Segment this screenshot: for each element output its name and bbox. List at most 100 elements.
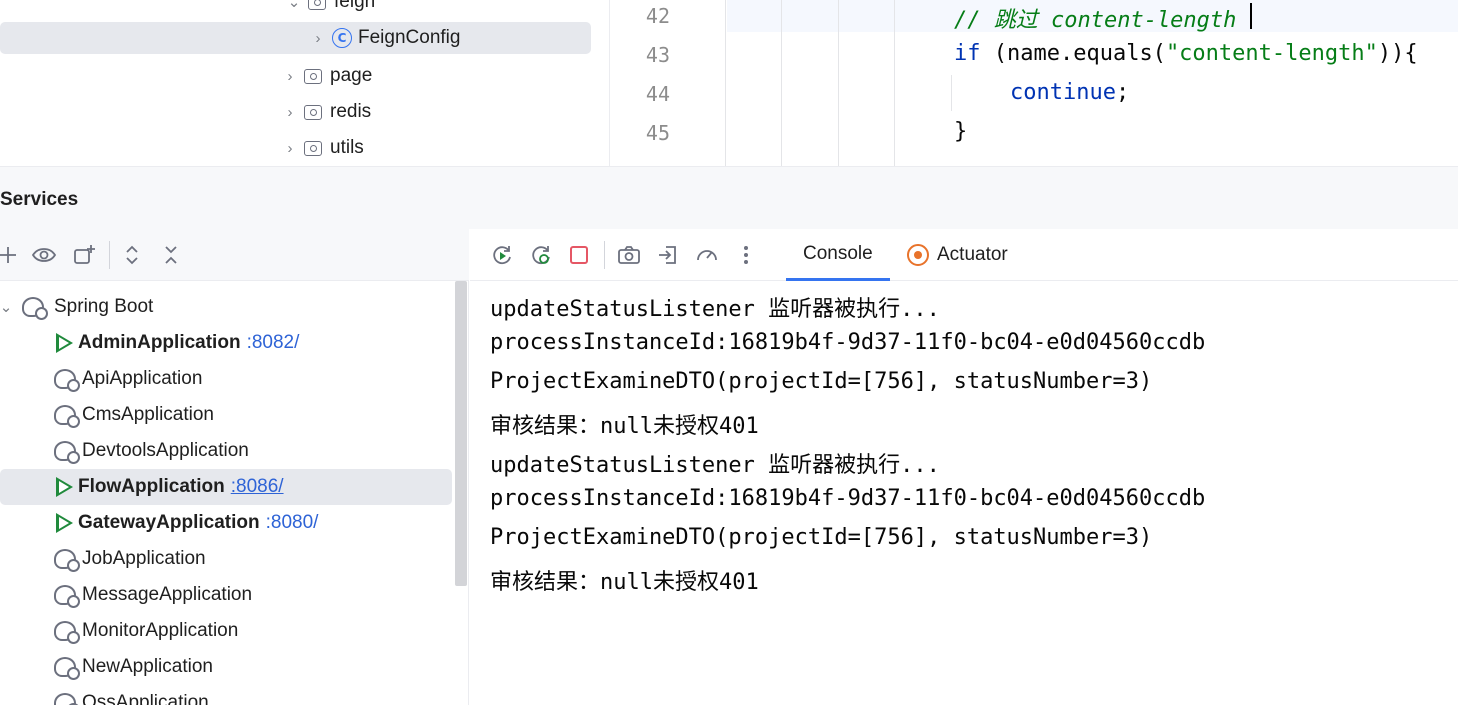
login-icon[interactable] — [654, 241, 682, 269]
chevron-down-icon: ⌄ — [0, 299, 13, 316]
tree-item-page[interactable]: › page — [280, 60, 373, 92]
tree-item-label: FeignConfig — [358, 27, 461, 48]
chevron-right-icon: › — [287, 103, 293, 121]
indent-guide — [781, 0, 782, 166]
tab-console[interactable]: Console — [786, 229, 890, 281]
code-keyword: continue — [1010, 80, 1116, 105]
rerun-debug-icon[interactable] — [527, 241, 555, 269]
tab-label: Actuator — [937, 244, 1008, 265]
indent-guide — [725, 0, 726, 166]
run-icon — [56, 333, 73, 353]
service-name: GatewayApplication — [78, 512, 260, 533]
console-line: updateStatusListener 监听器被执行... — [490, 453, 940, 478]
console-line: 审核结果：null未授权401 — [490, 414, 759, 439]
spring-boot-icon — [54, 657, 80, 680]
tree-item-feignconfig[interactable]: › C FeignConfig — [0, 22, 591, 54]
services-toolbar — [0, 229, 469, 281]
package-folder-icon — [304, 140, 322, 156]
service-name: OssApplication — [82, 692, 209, 705]
service-api-application[interactable]: ApiApplication — [0, 361, 202, 397]
tree-item-utils[interactable]: › utils — [280, 132, 364, 164]
console-line: processInstanceId:16819b4f-9d37-11f0-bc0… — [490, 486, 1206, 511]
indent-guide — [894, 0, 895, 166]
service-name: FlowApplication — [78, 476, 225, 497]
tree-item-feign[interactable]: ⌄ feign — [284, 0, 375, 18]
code-line-45: } — [954, 119, 968, 144]
console-line: 审核结果：null未授权401 — [490, 570, 759, 595]
code-text: )){ — [1377, 41, 1418, 66]
spring-boot-icon — [54, 405, 80, 428]
more-options-icon[interactable] — [732, 241, 760, 269]
service-name: CmsApplication — [82, 404, 214, 425]
package-folder-icon — [304, 104, 322, 120]
code-text: (name.equals( — [980, 41, 1166, 66]
line-number: 45 — [645, 121, 670, 145]
chevron-down-icon: ⌄ — [287, 0, 301, 11]
scrollbar[interactable] — [455, 281, 467, 586]
service-name: MessageApplication — [82, 584, 253, 605]
eye-icon[interactable] — [30, 241, 58, 269]
service-name: NewApplication — [82, 656, 213, 677]
run-icon — [56, 477, 73, 497]
spring-boot-icon — [54, 693, 80, 705]
spring-boot-icon — [22, 297, 48, 320]
code-line-43: if (name.equals("content-length")){ — [954, 41, 1418, 66]
code-text: ; — [1115, 80, 1130, 105]
service-oss-application[interactable]: OssApplication — [0, 685, 209, 705]
console-line: updateStatusListener 监听器被执行... — [490, 297, 940, 322]
run-icon — [56, 513, 73, 533]
service-name: ApiApplication — [82, 368, 203, 389]
indent-guide — [951, 75, 952, 111]
services-tree: ⌄ Spring Boot AdminApplication :8082/ Ap… — [0, 281, 469, 705]
service-flow-application[interactable]: FlowApplication :8086/ — [0, 469, 452, 505]
code-comment: // 跳过 content-length — [954, 8, 1237, 33]
service-new-application[interactable]: NewApplication — [0, 649, 213, 685]
gauge-icon[interactable] — [693, 241, 721, 269]
service-cms-application[interactable]: CmsApplication — [0, 397, 214, 433]
service-port-link[interactable]: :8080/ — [266, 512, 319, 534]
tree-item-redis[interactable]: › redis — [280, 96, 372, 128]
add-service-icon[interactable] — [0, 241, 22, 269]
camera-icon[interactable] — [615, 241, 643, 269]
code-editor[interactable]: 42 43 44 45 // 跳过 content-length if (nam… — [609, 0, 1458, 166]
expand-all-icon[interactable] — [118, 241, 146, 269]
console-line: ProjectExamineDTO(projectId=[756], statu… — [490, 369, 1153, 394]
toolbar-separator — [604, 241, 605, 269]
code-string: "content-length" — [1165, 41, 1378, 66]
service-job-application[interactable]: JobApplication — [0, 541, 206, 577]
service-port-link[interactable]: :8086/ — [231, 476, 284, 498]
tree-item-label: feign — [334, 0, 376, 12]
code-keyword: if — [954, 41, 981, 66]
service-monitor-application[interactable]: MonitorApplication — [0, 613, 238, 649]
rerun-icon[interactable] — [488, 241, 516, 269]
tree-item-label: redis — [330, 101, 372, 122]
line-number: 43 — [645, 43, 670, 67]
service-name: MonitorApplication — [82, 620, 239, 641]
stop-icon[interactable] — [565, 241, 593, 269]
chevron-right-icon: › — [315, 29, 321, 47]
service-gateway-application[interactable]: GatewayApplication :8080/ — [0, 505, 318, 541]
tree-item-spring-boot[interactable]: ⌄ Spring Boot — [0, 289, 153, 325]
console-output[interactable]: updateStatusListener 监听器被执行... processIn… — [470, 281, 1458, 705]
indent-guide — [838, 0, 839, 166]
tab-actuator[interactable]: Actuator — [907, 229, 1008, 281]
package-folder-icon — [308, 0, 326, 10]
spring-boot-icon — [54, 441, 80, 464]
new-group-icon[interactable] — [70, 241, 98, 269]
spring-boot-icon — [54, 549, 80, 572]
console-line: ProjectExamineDTO(projectId=[756], statu… — [490, 525, 1153, 550]
line-number: 44 — [645, 82, 670, 106]
package-folder-icon — [304, 68, 322, 84]
service-message-application[interactable]: MessageApplication — [0, 577, 252, 613]
service-port-link[interactable]: :8082/ — [247, 332, 300, 354]
service-admin-application[interactable]: AdminApplication :8082/ — [0, 325, 299, 361]
text-caret — [1250, 3, 1252, 29]
collapse-all-icon[interactable] — [157, 241, 185, 269]
tab-label: Console — [803, 242, 873, 264]
code-line-44: continue; — [1010, 80, 1129, 105]
console-toolbar: Console Actuator — [470, 229, 1458, 281]
service-devtools-application[interactable]: DevtoolsApplication — [0, 433, 249, 469]
chevron-right-icon: › — [287, 139, 293, 157]
services-tool-window: Services ⌄ Spring Boot AdminApplication — [0, 166, 1458, 705]
service-name: JobApplication — [82, 548, 206, 569]
